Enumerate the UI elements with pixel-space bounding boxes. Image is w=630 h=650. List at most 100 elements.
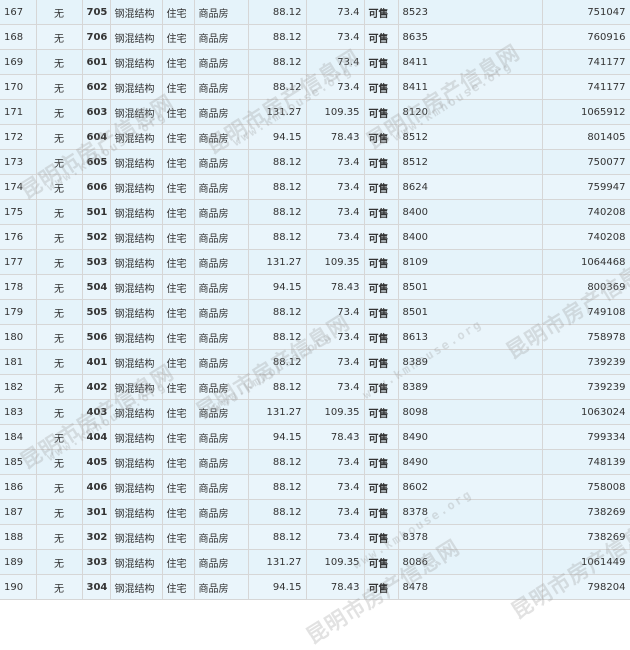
row-seq: 169 — [0, 49, 37, 75]
row-structure: 钢混结构 — [110, 99, 163, 125]
row-total-price: 1063024 — [542, 399, 630, 425]
row-seq: 190 — [0, 574, 37, 600]
row-house-type: 商品房 — [194, 149, 249, 175]
row-none: 无 — [36, 574, 83, 600]
row-structure: 钢混结构 — [110, 549, 163, 575]
row-house-type: 商品房 — [194, 349, 249, 375]
row-use: 住宅 — [162, 324, 195, 350]
row-total-price: 1064468 — [542, 249, 630, 275]
row-total-price: 760916 — [542, 24, 630, 50]
row-total-price: 740208 — [542, 199, 630, 225]
row-sale-status: 可售 — [364, 424, 399, 450]
table-row: 190 无 304 钢混结构 住宅 商品房 94.15 78.43 可售 8478 798204 — [0, 574, 630, 600]
row-build-area: 88.12 — [248, 0, 307, 25]
table-row: 168 无 706 钢混结构 住宅 商品房 88.12 73.4 可售 8635 760916 — [0, 24, 630, 50]
row-use: 住宅 — [162, 124, 195, 150]
table-row: 174 无 606 钢混结构 住宅 商品房 88.12 73.4 可售 8624 759947 — [0, 174, 630, 200]
row-none: 无 — [36, 299, 83, 325]
row-room-number: 601 — [82, 49, 111, 75]
row-inner-area: 73.4 — [306, 524, 365, 550]
row-unit-price: 8490 — [398, 449, 543, 475]
row-room-number: 405 — [82, 449, 111, 475]
row-seq: 173 — [0, 149, 37, 175]
row-structure: 钢混结构 — [110, 524, 163, 550]
row-use: 住宅 — [162, 349, 195, 375]
row-house-type: 商品房 — [194, 424, 249, 450]
row-unit-price: 8120 — [398, 99, 543, 125]
row-none: 无 — [36, 374, 83, 400]
row-use: 住宅 — [162, 399, 195, 425]
row-sale-status: 可售 — [364, 524, 399, 550]
row-use: 住宅 — [162, 249, 195, 275]
row-house-type: 商品房 — [194, 199, 249, 225]
row-house-type: 商品房 — [194, 499, 249, 525]
row-none: 无 — [36, 74, 83, 100]
row-build-area: 131.27 — [248, 249, 307, 275]
row-unit-price: 8098 — [398, 399, 543, 425]
row-unit-price: 8602 — [398, 474, 543, 500]
row-use: 住宅 — [162, 274, 195, 300]
row-inner-area: 109.35 — [306, 549, 365, 575]
row-inner-area: 73.4 — [306, 499, 365, 525]
row-room-number: 504 — [82, 274, 111, 300]
row-total-price: 1065912 — [542, 99, 630, 125]
row-unit-price: 8086 — [398, 549, 543, 575]
row-use: 住宅 — [162, 149, 195, 175]
row-room-number: 501 — [82, 199, 111, 225]
row-none: 无 — [36, 24, 83, 50]
row-none: 无 — [36, 224, 83, 250]
table-row: 189 无 303 钢混结构 住宅 商品房 131.27 109.35 可售 8086 106144… — [0, 549, 630, 575]
row-unit-price: 8490 — [398, 424, 543, 450]
row-room-number: 506 — [82, 324, 111, 350]
row-house-type: 商品房 — [194, 374, 249, 400]
row-seq: 185 — [0, 449, 37, 475]
row-total-price: 751047 — [542, 0, 630, 25]
row-inner-area: 73.4 — [306, 474, 365, 500]
row-build-area: 88.12 — [248, 449, 307, 475]
row-sale-status: 可售 — [364, 199, 399, 225]
row-none: 无 — [36, 424, 83, 450]
row-structure: 钢混结构 — [110, 224, 163, 250]
row-seq: 180 — [0, 324, 37, 350]
table-row: 180 无 506 钢混结构 住宅 商品房 88.12 73.4 可售 8613 758978 — [0, 324, 630, 350]
row-total-price: 750077 — [542, 149, 630, 175]
row-build-area: 88.12 — [248, 499, 307, 525]
row-total-price: 799334 — [542, 424, 630, 450]
row-structure: 钢混结构 — [110, 399, 163, 425]
row-sale-status: 可售 — [364, 549, 399, 575]
row-house-type: 商品房 — [194, 474, 249, 500]
row-build-area: 94.15 — [248, 424, 307, 450]
row-inner-area: 73.4 — [306, 449, 365, 475]
row-house-type: 商品房 — [194, 449, 249, 475]
row-build-area: 131.27 — [248, 99, 307, 125]
row-use: 住宅 — [162, 524, 195, 550]
row-seq: 184 — [0, 424, 37, 450]
row-room-number: 406 — [82, 474, 111, 500]
row-inner-area: 78.43 — [306, 274, 365, 300]
row-seq: 171 — [0, 99, 37, 125]
table-row: 184 无 404 钢混结构 住宅 商品房 94.15 78.43 可售 8490 799334 — [0, 424, 630, 450]
table-row: 169 无 601 钢混结构 住宅 商品房 88.12 73.4 可售 8411 741177 — [0, 49, 630, 75]
row-unit-price: 8411 — [398, 74, 543, 100]
row-build-area: 88.12 — [248, 299, 307, 325]
row-house-type: 商品房 — [194, 274, 249, 300]
row-room-number: 705 — [82, 0, 111, 25]
row-house-type: 商品房 — [194, 174, 249, 200]
row-room-number: 402 — [82, 374, 111, 400]
row-build-area: 88.12 — [248, 149, 307, 175]
row-use: 住宅 — [162, 424, 195, 450]
row-inner-area: 73.4 — [306, 74, 365, 100]
row-room-number: 401 — [82, 349, 111, 375]
row-room-number: 605 — [82, 149, 111, 175]
table-row: 177 无 503 钢混结构 住宅 商品房 131.27 109.35 可售 8109 106446… — [0, 249, 630, 275]
row-sale-status: 可售 — [364, 574, 399, 600]
row-none: 无 — [36, 199, 83, 225]
row-sale-status: 可售 — [364, 74, 399, 100]
table-row: 188 无 302 钢混结构 住宅 商品房 88.12 73.4 可售 8378 738269 — [0, 524, 630, 550]
row-structure: 钢混结构 — [110, 324, 163, 350]
row-sale-status: 可售 — [364, 299, 399, 325]
row-house-type: 商品房 — [194, 224, 249, 250]
row-use: 住宅 — [162, 499, 195, 525]
row-unit-price: 8501 — [398, 274, 543, 300]
row-unit-price: 8109 — [398, 249, 543, 275]
